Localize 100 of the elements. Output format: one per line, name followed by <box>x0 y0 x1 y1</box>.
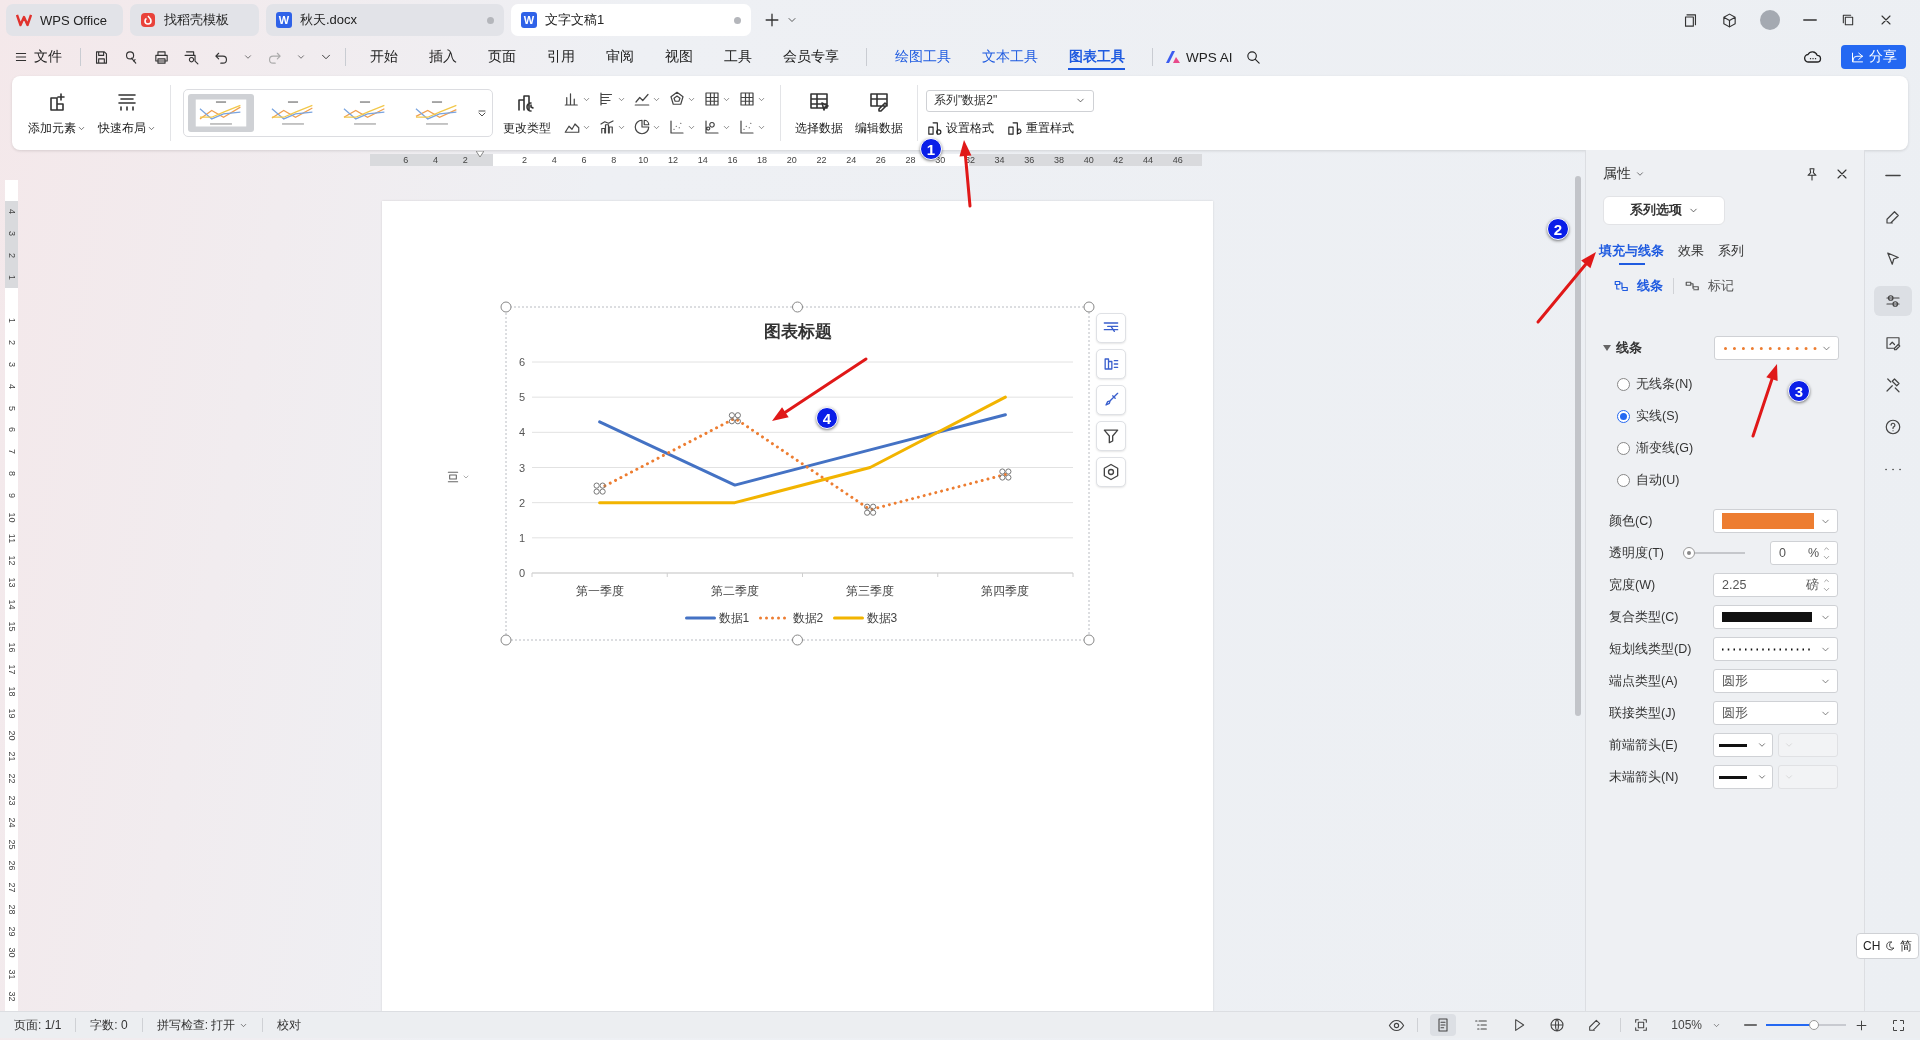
slider[interactable] <box>1683 547 1745 559</box>
point-handle[interactable] <box>999 468 1012 481</box>
resize-handle[interactable] <box>792 301 803 313</box>
document-tab[interactable]: 找稻壳模板 <box>130 4 259 36</box>
gallery-expand-icon[interactable] <box>476 107 488 119</box>
series-options-dropdown[interactable]: 系列选项 <box>1603 196 1725 225</box>
radio-button[interactable] <box>1617 410 1630 423</box>
pie-chart-icon[interactable] <box>633 118 651 136</box>
panel-tab[interactable]: 填充与线条 <box>1599 237 1664 265</box>
resize-handle[interactable] <box>1083 634 1095 646</box>
panel-tab[interactable]: 系列 <box>1718 237 1744 265</box>
ribbon-tab[interactable]: 引用 <box>531 42 590 72</box>
ribbon-tab[interactable]: 插入 <box>413 42 472 72</box>
arrow-type-dropdown[interactable] <box>1713 765 1773 789</box>
zoom-dropdown[interactable]: 105% <box>1671 1018 1721 1032</box>
scrollbar[interactable] <box>1575 176 1581 716</box>
select-dropdown[interactable]: 圆形 <box>1713 701 1838 725</box>
change-type-button[interactable]: 更改类型 <box>497 89 557 137</box>
series-dropdown[interactable]: 系列"数据2" <box>926 89 1094 112</box>
multi-window-icon[interactable] <box>1682 11 1699 29</box>
chart-brush-button[interactable] <box>1096 385 1126 415</box>
resize-handle[interactable] <box>500 634 512 646</box>
search-icon[interactable] <box>1244 48 1262 66</box>
point-handle[interactable] <box>864 503 877 516</box>
print-preview-icon[interactable] <box>183 48 200 66</box>
chart-style-button[interactable] <box>1096 349 1126 379</box>
radio-button[interactable] <box>1617 474 1630 487</box>
input-mode[interactable]: CH <box>1863 939 1881 953</box>
table-chart-icon[interactable] <box>703 90 721 108</box>
color-dropdown[interactable] <box>1713 509 1838 533</box>
edit-data-button[interactable]: 编辑数据 <box>849 89 909 137</box>
select-data-button[interactable]: 选择数据 <box>789 89 849 137</box>
ribbon-tab[interactable]: 绘图工具 <box>879 42 966 72</box>
file-menu[interactable]: 文件 <box>14 48 62 66</box>
document-tab[interactable]: WPS Office <box>6 4 123 36</box>
resize-handle[interactable] <box>1083 301 1095 313</box>
panel-subtab[interactable]: 线条 <box>1613 277 1663 295</box>
scatter-chart-icon[interactable] <box>668 118 686 136</box>
format-button[interactable]: 设置格式 <box>926 119 994 137</box>
line-point-chart-icon[interactable] <box>738 118 756 136</box>
chart-settings-button[interactable] <box>1096 457 1126 487</box>
save-icon[interactable] <box>93 48 110 66</box>
radio-button[interactable] <box>1617 442 1630 455</box>
bar-chart-icon[interactable] <box>563 90 581 108</box>
zoom-out-icon[interactable] <box>1743 1023 1758 1027</box>
panel-subtab[interactable]: 标记 <box>1684 277 1734 295</box>
point-handle[interactable] <box>728 412 741 425</box>
grid-chart-icon[interactable] <box>738 90 756 108</box>
combo-chart-icon[interactable] <box>598 118 616 136</box>
panel-tab[interactable]: 效果 <box>1678 237 1704 265</box>
ruler-number: 1 <box>7 274 16 280</box>
data-line[interactable] <box>598 413 1007 487</box>
ribbon-tab[interactable]: 审阅 <box>590 42 649 72</box>
document-tab[interactable]: W 秋天.docx <box>266 4 504 36</box>
fullscreen-icon[interactable] <box>1891 1017 1906 1033</box>
ribbon-tab[interactable]: 图表工具 <box>1053 42 1140 72</box>
chart-style-thumbnail[interactable] <box>188 94 254 132</box>
ribbon-tab[interactable]: 会员专享 <box>767 42 854 72</box>
fit-page-icon[interactable] <box>1633 1017 1650 1033</box>
share-button[interactable]: 分享 <box>1841 45 1906 69</box>
ribbon-tab[interactable]: 工具 <box>708 42 767 72</box>
quick-layout-button[interactable]: 快速布局 <box>92 89 162 137</box>
resize-handle[interactable] <box>792 634 803 646</box>
compound-type-dropdown[interactable] <box>1713 605 1838 629</box>
restore-icon[interactable] <box>1840 12 1856 28</box>
cube-icon[interactable] <box>1721 11 1738 29</box>
arrow-type-dropdown[interactable] <box>1713 733 1773 757</box>
radio-button[interactable] <box>1617 378 1630 391</box>
data-line[interactable] <box>598 395 1007 505</box>
point-handle[interactable] <box>593 482 606 495</box>
add-element-button[interactable]: 添加元素 <box>22 89 92 137</box>
slider-thumb[interactable] <box>1683 547 1695 559</box>
side-tool-button[interactable] <box>1873 286 1912 316</box>
dash-type-dropdown[interactable] <box>1713 637 1838 661</box>
section-header[interactable]: 线条 <box>1603 339 1714 357</box>
ribbon-tab[interactable]: 页面 <box>472 42 531 72</box>
resize-handle[interactable] <box>500 301 512 313</box>
reset-style-button[interactable]: 重置样式 <box>1006 119 1074 137</box>
chart-filter-button[interactable] <box>1096 421 1126 451</box>
document-tab[interactable]: W 文字文稿1 <box>511 4 751 36</box>
ribbon-tab[interactable]: 视图 <box>649 42 708 72</box>
chart-elements-button[interactable] <box>1096 313 1126 343</box>
print-icon[interactable] <box>153 48 170 66</box>
bubble-chart-icon[interactable] <box>703 118 721 136</box>
proofread-button[interactable]: 校对 <box>277 1016 302 1034</box>
select-dropdown[interactable]: 圆形 <box>1713 669 1838 693</box>
spell-check-dropdown[interactable]: 拼写检查: 打开 <box>156 1016 249 1034</box>
zoom-thumb[interactable] <box>1809 1020 1819 1030</box>
moon-icon[interactable] <box>1884 940 1897 952</box>
minimize-icon[interactable] <box>1802 18 1818 22</box>
ribbon-tab[interactable]: 文本工具 <box>966 42 1053 72</box>
ai-button[interactable]: WPS AI <box>1165 49 1233 65</box>
radar-chart-icon[interactable] <box>668 90 686 108</box>
zoom-in-icon[interactable] <box>1854 1017 1869 1033</box>
ruler-number: 2 <box>521 154 529 166</box>
pin-icon[interactable] <box>1804 166 1820 182</box>
input-script[interactable]: 简 <box>1900 937 1913 955</box>
ruler-number: 6 <box>7 427 16 433</box>
ribbon-tab[interactable]: 开始 <box>354 42 413 72</box>
ruler-number: 2 <box>7 340 16 346</box>
